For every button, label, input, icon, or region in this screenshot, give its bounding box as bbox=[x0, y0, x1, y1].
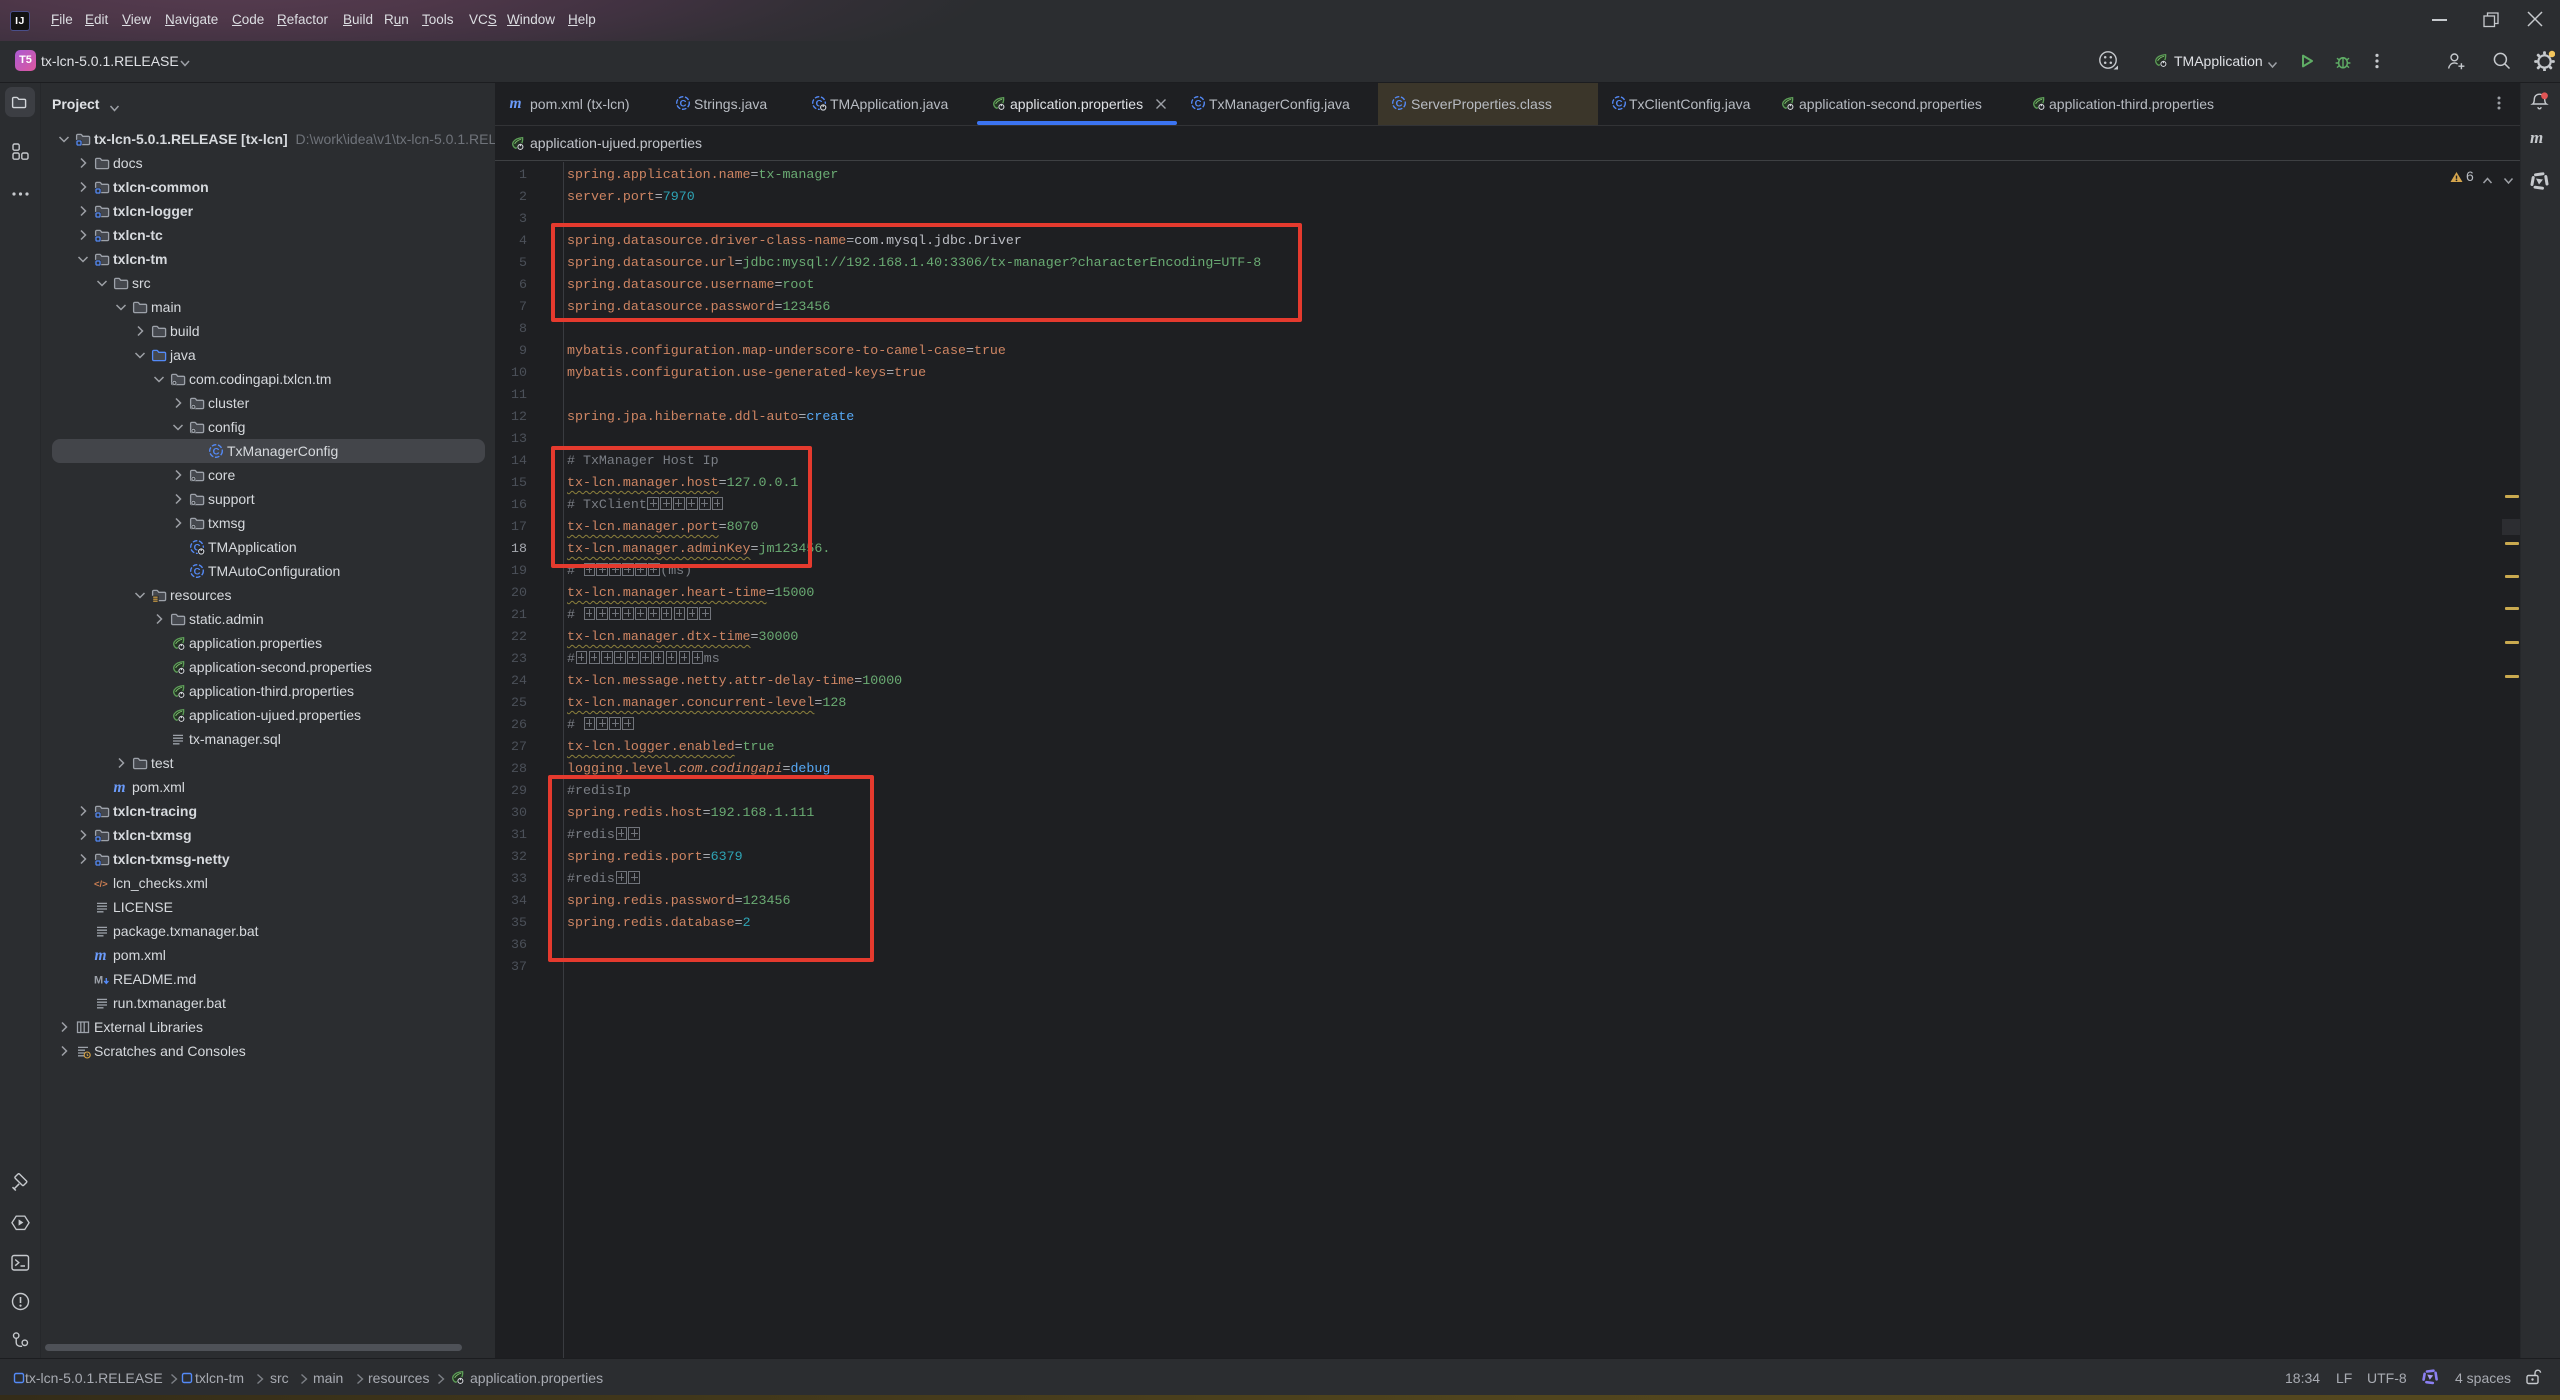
svg-text:C: C bbox=[1195, 98, 1202, 109]
svg-text:C: C bbox=[1396, 98, 1403, 109]
svg-text:M: M bbox=[94, 975, 103, 987]
svg-text:</>: </> bbox=[94, 879, 108, 890]
svg-text:m: m bbox=[95, 947, 107, 963]
svg-text:C: C bbox=[194, 566, 201, 577]
svg-text:C: C bbox=[680, 98, 687, 109]
svg-text:C: C bbox=[1616, 98, 1623, 109]
svg-text:m: m bbox=[114, 779, 126, 795]
svg-text:C: C bbox=[213, 446, 220, 457]
svg-text:m: m bbox=[510, 95, 522, 111]
